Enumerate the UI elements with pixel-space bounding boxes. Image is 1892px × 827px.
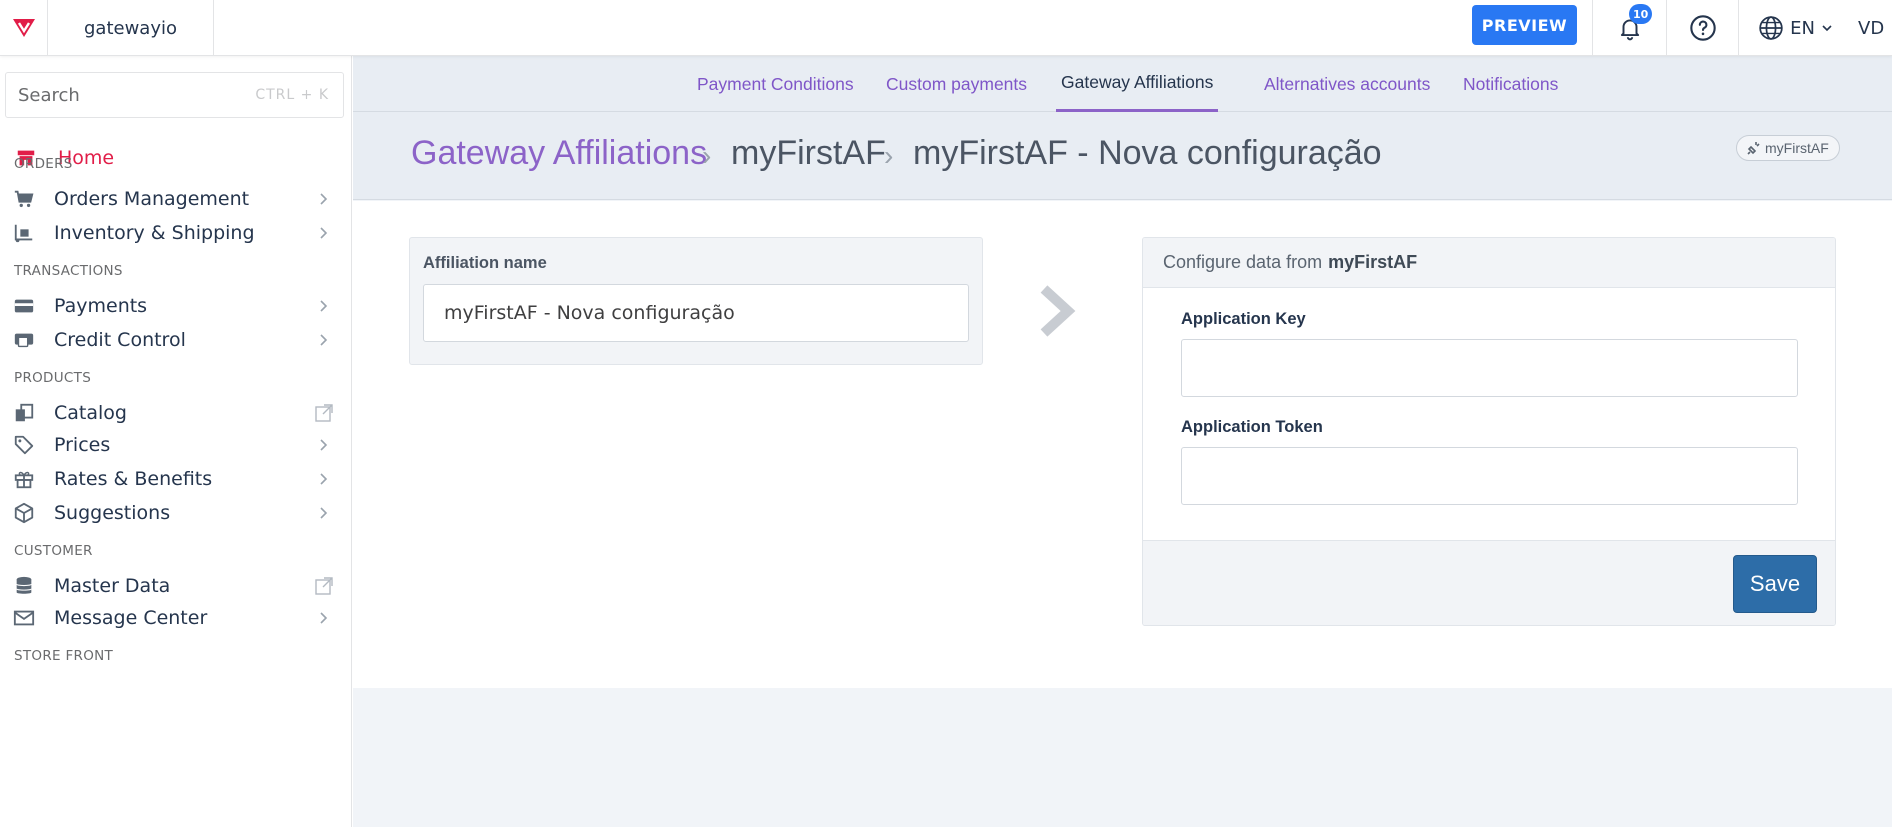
sidebar-item-message-center[interactable]: Message Center [0,599,351,637]
breadcrumb-affiliation[interactable]: myFirstAF [731,134,886,173]
sidebar-item-label: Orders Management [54,188,250,210]
tab-custom-payments[interactable]: Custom payments [886,56,1027,112]
sidebar-item-suggestions[interactable]: Suggestions [0,494,351,532]
search-input[interactable]: Search CTRL + K [5,72,344,118]
chevron-right-icon [312,438,336,452]
sidebar-item-label: Credit Control [54,329,186,351]
sidebar-item-label: Message Center [54,607,208,629]
dolly-icon [12,221,36,245]
sidebar-item-label: Catalog [54,402,127,424]
sidebar-item-rates-benefits[interactable]: Rates & Benefits [0,460,351,498]
chevron-right-icon [312,472,336,486]
tab-gateway-affiliations[interactable]: Gateway Affiliations [1056,56,1219,112]
search-shortcut: CTRL + K [255,87,329,103]
sidebar-item-payments[interactable]: Payments [0,287,351,325]
chevron-right-icon [312,299,336,313]
box-icon [12,501,36,525]
tab-notifications[interactable]: Notifications [1463,56,1558,112]
language-selector[interactable]: EN [1738,0,1852,56]
notification-count-badge: 10 [1629,4,1653,24]
chevron-down-icon [1822,25,1832,32]
vtex-logo[interactable] [0,0,48,56]
sidebar-item-orders-management[interactable]: Orders Management [0,180,351,218]
chevron-right-icon [312,226,336,240]
wallet-icon [12,328,36,352]
section-transactions: TRANSACTIONS [14,263,123,279]
sidebar-item-credit-control[interactable]: Credit Control [0,321,351,359]
sidebar-item-label: Suggestions [54,502,171,524]
catalog-icon [12,401,36,425]
logo-icon [12,19,35,37]
save-button[interactable]: Save [1733,555,1817,613]
affiliation-name-card: Affiliation name myFirstAF - Nova config… [409,237,983,365]
connector-badge: myFirstAF [1736,135,1840,161]
account-name[interactable]: gatewayio [48,0,214,56]
globe-icon [1759,16,1783,40]
section-store-front: STORE FRONT [14,648,114,664]
sidebar: Search CTRL + K Home ORDERS Orders Manag… [0,56,352,827]
cart-icon [12,187,36,211]
language-label: EN [1790,17,1815,39]
sidebar-item-prices[interactable]: Prices [0,426,351,464]
mail-icon [12,606,36,630]
affiliation-name-input[interactable]: myFirstAF - Nova configuração [423,284,969,342]
sidebar-item-label: Prices [54,434,111,456]
sidebar-item-label: Master Data [54,575,171,597]
help-icon [1689,15,1716,41]
configure-data-header: Configure data from myFirstAF [1143,238,1835,288]
card-footer: Save [1143,540,1835,625]
breadcrumb-separator-icon: › [702,140,712,171]
tag-icon [12,433,36,457]
search-placeholder: Search [18,84,80,106]
breadcrumb-separator-icon: › [884,140,894,171]
chevron-right-icon [312,192,336,206]
notifications-button[interactable]: 10 [1592,0,1666,56]
application-key-input[interactable] [1181,339,1798,397]
plug-icon [1747,142,1760,155]
external-link-icon [312,576,336,596]
tab-alternatives-accounts[interactable]: Alternatives accounts [1264,56,1430,112]
gift-icon [12,467,36,491]
chevron-right-icon [312,333,336,347]
credit-card-icon [12,294,36,318]
sub-navigation: Payment Conditions Custom payments Gatew… [353,56,1892,112]
chevron-right-icon [312,506,336,520]
chevron-right-icon [312,611,336,625]
breadcrumb-gateway-affiliations[interactable]: Gateway Affiliations [411,134,707,173]
sidebar-item-label: Rates & Benefits [54,468,213,490]
user-avatar[interactable]: VD [1858,0,1884,56]
breadcrumb: Gateway Affiliations › myFirstAF › myFir… [353,112,1892,200]
tab-payment-conditions[interactable]: Payment Conditions [697,56,854,112]
sidebar-item-label: Payments [54,295,148,317]
section-orders: ORDERS [14,156,73,172]
main-area: Payment Conditions Custom payments Gatew… [353,56,1892,827]
configure-data-card: Configure data from myFirstAF Applicatio… [1142,237,1836,626]
application-key-label: Application Key [1181,310,1306,328]
sidebar-item-inventory-shipping[interactable]: Inventory & Shipping [0,214,351,252]
breadcrumb-current: myFirstAF - Nova configuração [913,134,1382,172]
section-products: PRODUCTS [14,370,92,386]
top-bar: gatewayio PREVIEW 10 EN VD [0,0,1892,56]
affiliation-name-label: Affiliation name [423,254,547,272]
preview-button[interactable]: PREVIEW [1472,5,1577,45]
help-button[interactable] [1666,0,1738,56]
connector-badge-label: myFirstAF [1765,140,1829,156]
configure-data-name: myFirstAF [1328,252,1418,272]
external-link-icon [312,403,336,423]
arrow-right-icon [1040,285,1076,341]
configure-data-prefix: Configure data from [1163,252,1323,272]
application-token-input[interactable] [1181,447,1798,505]
section-customer: CUSTOMER [14,543,93,559]
application-token-label: Application Token [1181,418,1323,436]
database-icon [12,574,36,598]
sidebar-item-label: Inventory & Shipping [54,222,255,244]
content-panel: Affiliation name myFirstAF - Nova config… [353,201,1892,688]
